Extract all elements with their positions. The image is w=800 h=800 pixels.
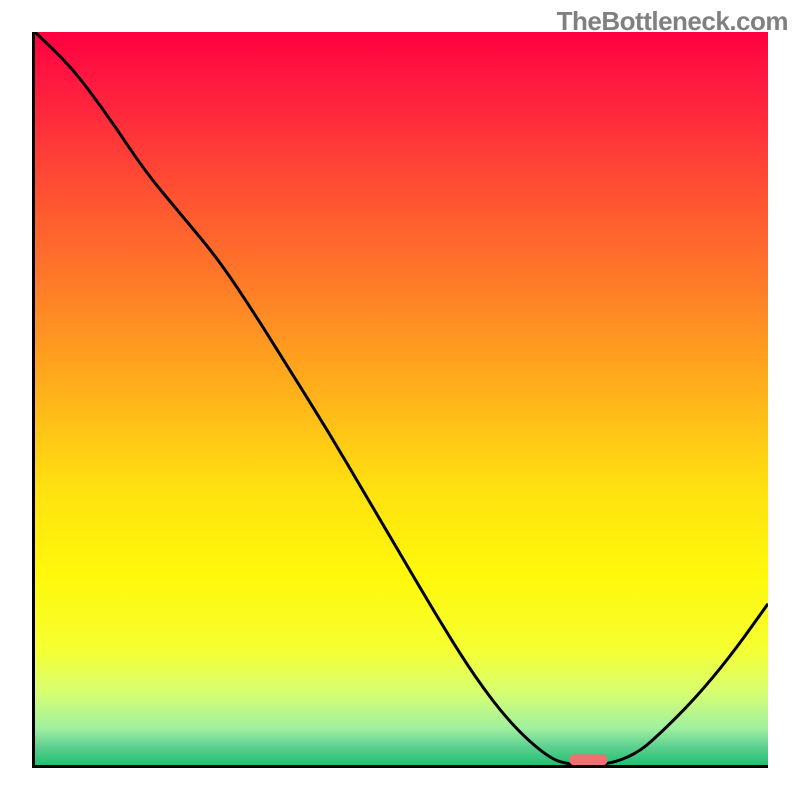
optimal-marker <box>569 754 607 765</box>
x-axis <box>32 765 768 768</box>
bottleneck-chart: TheBottleneck.com <box>0 0 800 800</box>
y-axis <box>32 32 35 768</box>
chart-svg <box>35 32 768 765</box>
gradient-background <box>35 32 768 765</box>
plot-area <box>35 32 768 765</box>
